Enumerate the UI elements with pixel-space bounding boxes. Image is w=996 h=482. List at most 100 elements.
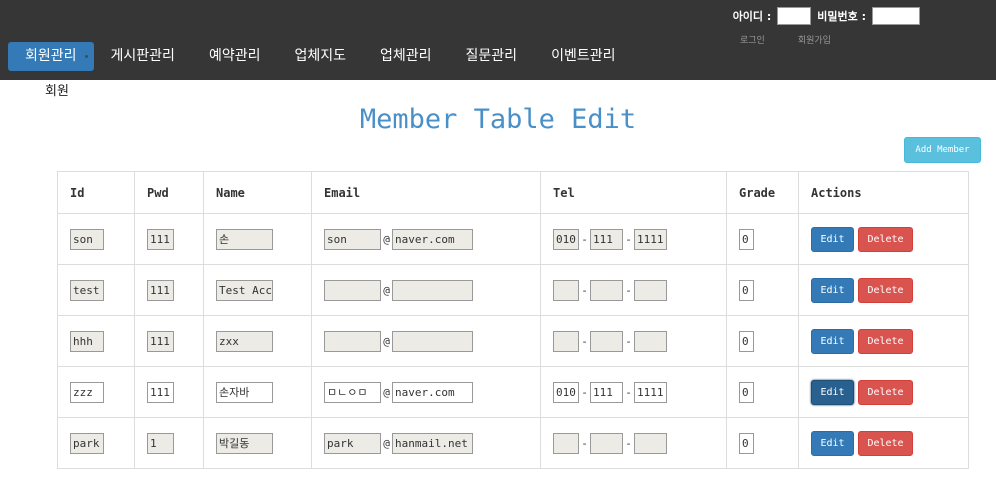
tel-part1-field[interactable] xyxy=(553,432,579,454)
column-header-tel: Tel xyxy=(540,171,727,214)
email-domain-field[interactable]: naver.com xyxy=(392,228,473,250)
edit-button[interactable]: Edit xyxy=(811,226,854,252)
tel-separator: - xyxy=(581,232,588,246)
nav-item-board-management[interactable]: 게시판관리 xyxy=(94,42,192,71)
edit-button[interactable]: Edit xyxy=(811,379,854,405)
delete-button[interactable]: Delete xyxy=(858,226,913,252)
tel-separator: - xyxy=(625,334,632,348)
login-form: 아이디 : 비밀번호 : xyxy=(733,7,920,25)
tel-part2-field[interactable] xyxy=(590,432,623,454)
column-header-actions: Actions xyxy=(798,171,969,214)
auth-links: 로그인 회원가입 xyxy=(740,33,864,46)
name-field[interactable]: Test Account xyxy=(216,279,273,301)
table-row: test 111 Test Account @ - - 0 EditDelete xyxy=(57,264,969,316)
tel-separator: - xyxy=(581,436,588,450)
id-field[interactable]: son xyxy=(70,228,104,250)
table-header-row: Id Pwd Name Email Tel Grade Actions xyxy=(57,171,969,214)
email-user-field[interactable] xyxy=(324,330,381,352)
email-domain-field[interactable]: hanmail.net xyxy=(392,432,473,454)
name-field[interactable]: 박길동 xyxy=(216,432,273,454)
delete-button[interactable]: Delete xyxy=(858,430,913,456)
page-title: Member Table Edit xyxy=(359,104,637,135)
email-at-sign: @ xyxy=(383,385,390,399)
delete-button[interactable]: Delete xyxy=(858,328,913,354)
tel-part1-field[interactable]: 010 xyxy=(553,381,579,403)
email-at-sign: @ xyxy=(383,334,390,348)
pwd-field[interactable]: 111 xyxy=(147,228,174,250)
email-domain-field[interactable] xyxy=(392,330,473,352)
tel-separator: - xyxy=(581,385,588,399)
id-field[interactable]: park xyxy=(70,432,104,454)
tel-part3-field[interactable] xyxy=(634,330,667,352)
breadcrumb: 회원 xyxy=(45,84,69,99)
tel-part2-field[interactable] xyxy=(590,279,623,301)
tel-part1-field[interactable]: 010 xyxy=(553,228,579,250)
name-field[interactable]: 손자바 xyxy=(216,381,273,403)
tel-separator: - xyxy=(625,283,632,297)
delete-button[interactable]: Delete xyxy=(858,379,913,405)
nav-item-member-management[interactable]: 회원관리 xyxy=(8,42,94,71)
email-at-sign: @ xyxy=(383,232,390,246)
signup-link[interactable]: 회원가입 xyxy=(798,33,831,46)
tel-part1-field[interactable] xyxy=(553,330,579,352)
nav-item-company-management[interactable]: 업체관리 xyxy=(363,42,449,71)
grade-field[interactable]: 0 xyxy=(739,432,754,454)
id-label: 아이디 : xyxy=(732,10,772,23)
email-user-field[interactable]: ㅁㄴㅇㅁ xyxy=(324,381,381,403)
password-input[interactable] xyxy=(872,7,920,25)
nav-item-question-management[interactable]: 질문관리 xyxy=(449,42,535,71)
tel-part3-field[interactable] xyxy=(634,432,667,454)
pwd-field[interactable]: 111 xyxy=(147,330,174,352)
table-row: son 111 손 son @ naver.com 010-111-1111 0 E… xyxy=(57,213,969,265)
edit-button[interactable]: Edit xyxy=(811,277,854,303)
password-label: 비밀번호 : xyxy=(817,10,866,23)
edit-button[interactable]: Edit xyxy=(811,328,854,354)
delete-button[interactable]: Delete xyxy=(858,277,913,303)
nav-item-event-management[interactable]: 이벤트관리 xyxy=(534,42,632,71)
main-nav: 회원관리 게시판관리 예약관리 업체지도 업체관리 질문관리 이벤트관리 xyxy=(8,42,632,71)
pwd-field[interactable]: 1 xyxy=(147,432,174,454)
email-user-field[interactable]: son xyxy=(324,228,381,250)
tel-separator: - xyxy=(581,283,588,297)
pwd-field[interactable]: 111 xyxy=(147,279,174,301)
grade-field[interactable]: 0 xyxy=(739,279,754,301)
email-domain-field[interactable]: naver.com xyxy=(392,381,473,403)
login-link[interactable]: 로그인 xyxy=(740,33,765,46)
id-field[interactable]: zzz xyxy=(70,381,104,403)
pwd-field[interactable]: 111 xyxy=(147,381,174,403)
table-row: zzz 111 손자바 ㅁㄴㅇㅁ @ naver.com 010-111-1111 … xyxy=(57,366,969,418)
name-field[interactable]: 손 xyxy=(216,228,273,250)
nav-item-reservation-management[interactable]: 예약관리 xyxy=(192,42,278,71)
tel-separator: - xyxy=(625,385,632,399)
column-header-name: Name xyxy=(203,171,312,214)
tel-part2-field[interactable]: 111 xyxy=(590,228,623,250)
id-input[interactable] xyxy=(777,7,812,25)
grade-field[interactable]: 0 xyxy=(739,228,754,250)
column-header-email: Email xyxy=(311,171,541,214)
id-field[interactable]: hhh xyxy=(70,330,104,352)
add-member-button[interactable]: Add Member xyxy=(904,137,981,163)
email-user-field[interactable]: park xyxy=(324,432,381,454)
email-at-sign: @ xyxy=(383,436,390,450)
edit-button[interactable]: Edit xyxy=(811,430,854,456)
tel-separator: - xyxy=(625,232,632,246)
member-table: Id Pwd Name Email Tel Grade Actions son … xyxy=(57,171,969,469)
column-header-pwd: Pwd xyxy=(134,171,204,214)
tel-part3-field[interactable] xyxy=(634,279,667,301)
tel-part1-field[interactable] xyxy=(553,279,579,301)
nav-item-company-map[interactable]: 업체지도 xyxy=(277,42,363,71)
top-bar: 아이디 : 비밀번호 : 로그인 회원가입 회원관리 게시판관리 예약관리 업체… xyxy=(0,0,996,80)
name-field[interactable]: zxx xyxy=(216,330,273,352)
tel-part3-field[interactable]: 1111 xyxy=(634,228,667,250)
email-user-field[interactable] xyxy=(324,279,381,301)
column-header-id: Id xyxy=(57,171,135,214)
grade-field[interactable]: 0 xyxy=(739,381,754,403)
tel-separator: - xyxy=(625,436,632,450)
grade-field[interactable]: 0 xyxy=(739,330,754,352)
table-row: hhh 111 zxx @ - - 0 Edit Delete xyxy=(57,315,969,367)
tel-part2-field[interactable]: 111 xyxy=(590,381,623,403)
email-domain-field[interactable] xyxy=(392,279,473,301)
tel-part2-field[interactable] xyxy=(590,330,623,352)
tel-part3-field[interactable]: 1111 xyxy=(634,381,667,403)
id-field[interactable]: test xyxy=(70,279,104,301)
